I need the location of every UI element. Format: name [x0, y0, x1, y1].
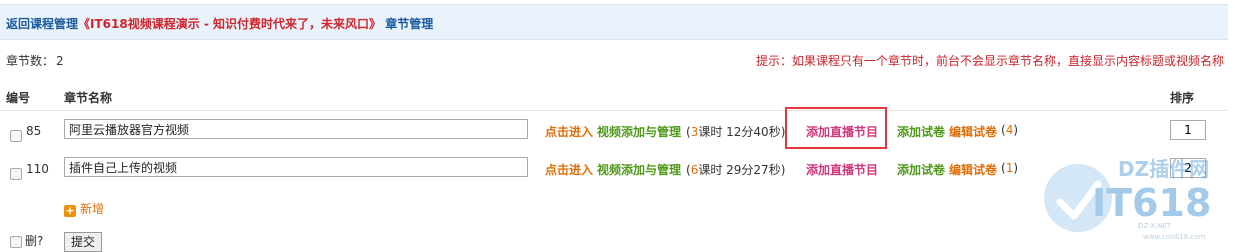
svg-text:IT618: IT618 [1092, 181, 1211, 225]
tip-text: 提示：如果课程只有一个章节时，前台不会显示章节名称，直接显示内容标题或视频名称 [755, 54, 1224, 68]
edit-trial-count: (1) [1001, 161, 1019, 175]
row-id: 110 [26, 162, 49, 176]
video-manage-link[interactable]: 视频添加与管理 [597, 123, 681, 140]
add-trial-link[interactable]: 添加试卷 [897, 123, 945, 140]
add-live-link[interactable]: 添加直播节目 [806, 161, 878, 178]
delete-label: 删? [25, 234, 44, 248]
select-all-checkbox[interactable] [10, 236, 22, 248]
lesson-duration: 12分40秒 [726, 125, 781, 139]
page-header-bar: 返回课程管理《IT618视频课程演示 - 知识付费时代来了，未来风口》 章节管理 [0, 4, 1228, 40]
add-trial-link[interactable]: 添加试卷 [897, 161, 945, 178]
svg-text:DZ插件网: DZ插件网 [1118, 157, 1209, 181]
highlight-box [785, 107, 887, 149]
back-to-course-link[interactable]: 返回课程管理 [6, 17, 78, 31]
chapter-name-input[interactable] [64, 119, 528, 139]
edit-trial-count: (4) [1001, 123, 1019, 137]
chapter-count-label: 章节数： [6, 54, 55, 68]
watermark-logo: DZ插件网 IT618 DZ-X.NET www.cnit618.com [1044, 157, 1211, 241]
add-new-label: 新增 [80, 202, 105, 216]
svg-text:www.cnit618.com: www.cnit618.com [1143, 233, 1205, 241]
svg-text:DZ-X.NET: DZ-X.NET [1138, 222, 1172, 230]
lesson-stat: (6课时 29分27秒) [686, 163, 786, 177]
table-row: 85 点击进入 视频添加与管理 (3课时 12分40秒) 添加直播节目 添加试卷… [0, 119, 1228, 153]
submit-button[interactable]: 提交 [64, 232, 102, 252]
chapter-name-input[interactable] [64, 157, 528, 177]
plus-icon: + [64, 204, 76, 217]
course-title: 《IT618视频课程演示 - 知识付费时代来了，未来风口》 [78, 17, 382, 31]
enter-link[interactable]: 点击进入 [545, 123, 593, 140]
row-select-checkbox[interactable] [10, 168, 22, 180]
header-divider [0, 110, 1228, 111]
chapter-count: 章节数： 2 [6, 52, 64, 69]
lesson-stat: (3课时 12分40秒) [686, 125, 786, 139]
sort-order-input[interactable] [1170, 120, 1206, 140]
video-manage-link[interactable]: 视频添加与管理 [597, 161, 681, 178]
edit-trial-link[interactable]: 编辑试卷 [949, 161, 997, 178]
edit-trial-link[interactable]: 编辑试卷 [949, 123, 997, 140]
column-header-name: 章节名称 [64, 91, 113, 105]
column-header-sort: 排序 [1170, 91, 1195, 105]
lesson-duration: 29分27秒 [726, 163, 781, 177]
row-select-checkbox[interactable] [10, 130, 22, 142]
chapter-manage-label[interactable]: 章节管理 [385, 17, 433, 31]
chapter-count-value: 2 [56, 54, 64, 68]
row-id: 85 [26, 124, 42, 138]
enter-link[interactable]: 点击进入 [545, 161, 593, 178]
breadcrumb: 返回课程管理《IT618视频课程演示 - 知识付费时代来了，未来风口》 章节管理 [6, 15, 433, 32]
add-new-button[interactable]: + 新增 [64, 200, 104, 217]
column-header-id: 编号 [6, 91, 31, 105]
